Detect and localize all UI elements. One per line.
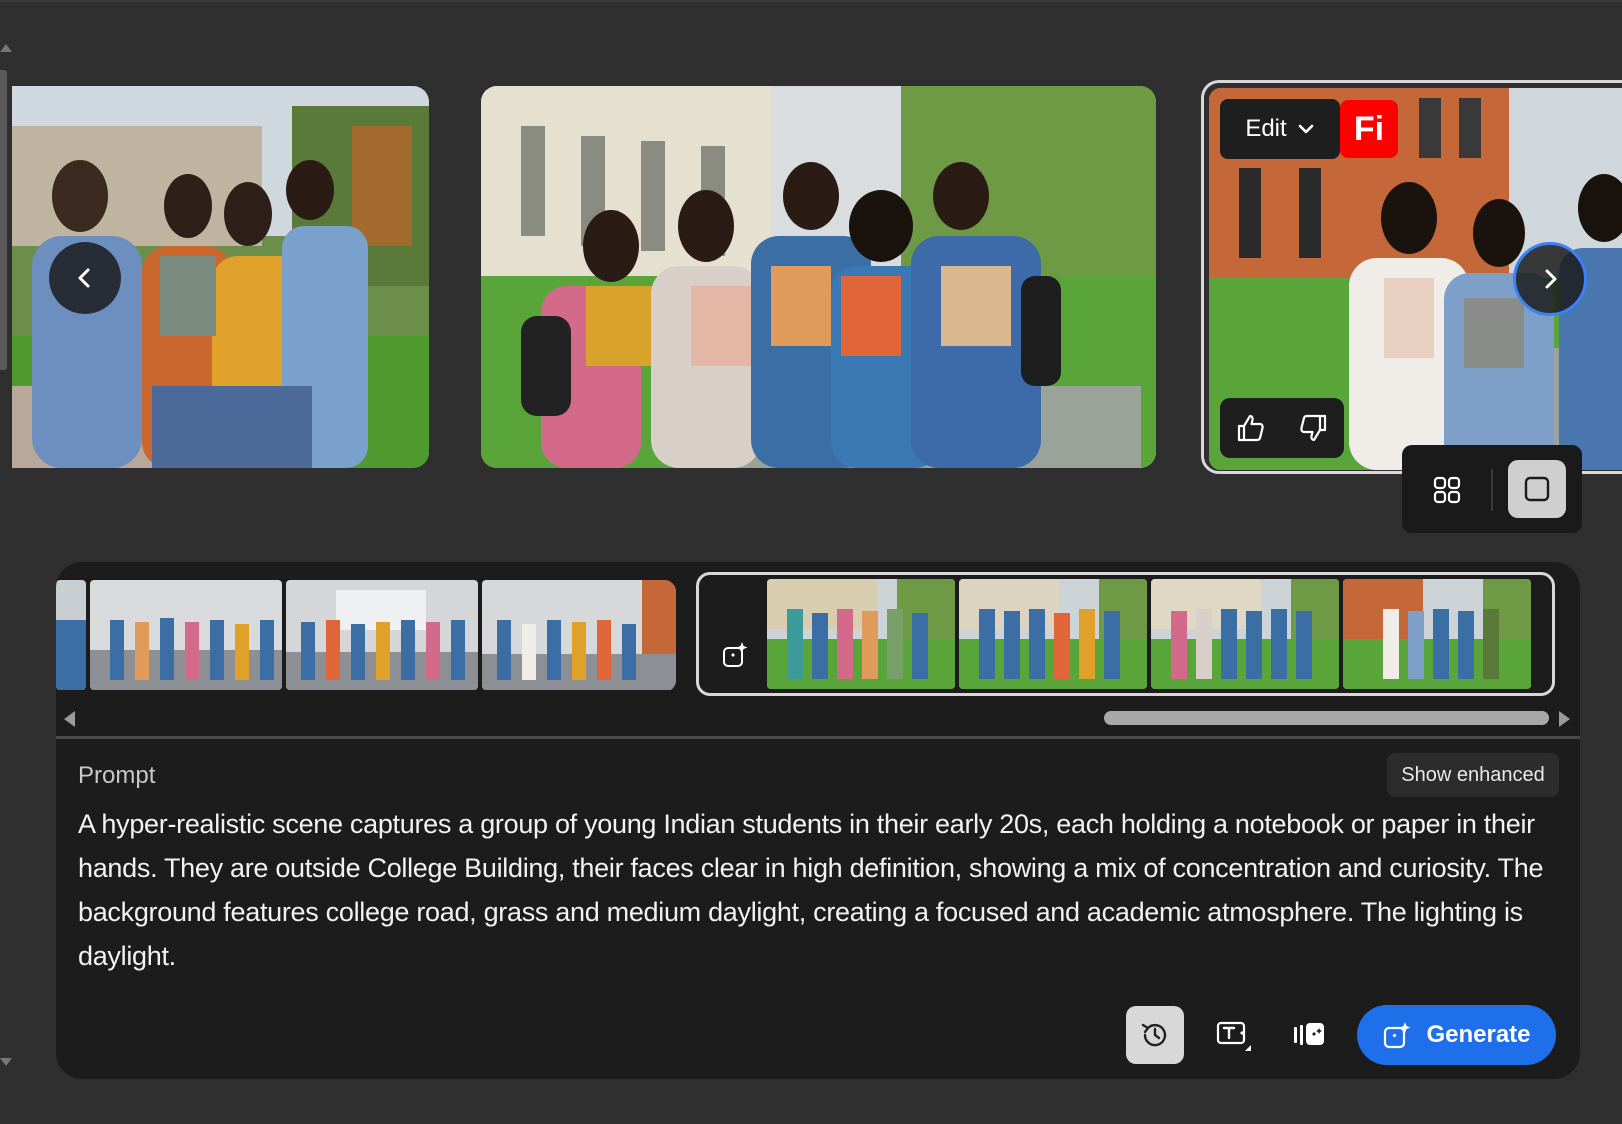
chevron-down-icon xyxy=(1298,124,1313,134)
edit-label: Edit xyxy=(1245,115,1287,142)
prompt-history-button[interactable] xyxy=(1126,1006,1184,1064)
vertical-scrollbar-thumb[interactable] xyxy=(0,70,7,370)
firefly-app-badge[interactable]: Fi xyxy=(1340,100,1398,158)
thumbs-down-icon xyxy=(1300,414,1327,442)
generate-button[interactable]: Generate xyxy=(1357,1005,1556,1065)
scroll-down-arrow-icon[interactable] xyxy=(0,1058,12,1066)
firefly-badge-text: Fi xyxy=(1353,109,1385,148)
generation-batch-button[interactable] xyxy=(713,633,757,677)
panel-divider xyxy=(56,736,1580,739)
scroll-right-arrow-icon[interactable] xyxy=(1559,711,1570,727)
generate-label: Generate xyxy=(1426,1021,1531,1048)
style-reference-icon xyxy=(1294,1023,1324,1045)
view-mode-toggle xyxy=(1402,445,1582,533)
thumbs-up-button[interactable] xyxy=(1231,408,1271,448)
text-effects-icon xyxy=(1216,1021,1251,1051)
chevron-left-icon xyxy=(78,268,90,288)
history-thumbnail[interactable] xyxy=(482,580,676,690)
current-thumbnail-3[interactable] xyxy=(1151,579,1339,689)
top-divider xyxy=(0,0,1622,2)
history-thumbnail[interactable] xyxy=(56,580,86,690)
horizontal-scrollbar xyxy=(56,706,1580,730)
prompt-label: Prompt xyxy=(78,762,156,789)
history-strip-current[interactable] xyxy=(696,572,1555,696)
text-effects-button[interactable] xyxy=(1206,1006,1264,1064)
generate-sparkle-icon xyxy=(1384,1022,1411,1049)
feedback-bar xyxy=(1220,398,1344,458)
chevron-right-icon xyxy=(1545,269,1557,289)
previous-image-button[interactable] xyxy=(49,242,121,314)
history-strip-previous[interactable] xyxy=(56,580,676,692)
view-toggle-divider xyxy=(1491,469,1493,511)
thumbs-up-icon xyxy=(1237,414,1264,442)
prompt-textarea[interactable]: A hyper-realistic scene captures a group… xyxy=(78,802,1568,978)
history-thumbnail[interactable] xyxy=(286,580,478,690)
generate-sparkle-icon xyxy=(723,642,748,667)
current-thumbnail-4[interactable] xyxy=(1343,579,1531,689)
edit-dropdown-button[interactable]: Edit xyxy=(1220,99,1340,159)
show-enhanced-button[interactable]: Show enhanced xyxy=(1387,753,1559,797)
current-thumbnail-2[interactable] xyxy=(959,579,1147,689)
grid-view-button[interactable] xyxy=(1420,463,1474,517)
history-thumbnail[interactable] xyxy=(90,580,282,690)
prompt-panel: Prompt Show enhanced A hyper-realistic s… xyxy=(56,562,1580,1079)
thumbs-down-button[interactable] xyxy=(1293,408,1333,448)
single-view-icon xyxy=(1524,476,1550,502)
single-view-button[interactable] xyxy=(1508,460,1566,518)
history-icon xyxy=(1141,1023,1167,1047)
horizontal-scrollbar-thumb[interactable] xyxy=(1104,711,1549,725)
scroll-left-arrow-icon[interactable] xyxy=(64,711,75,727)
current-thumbnail-1[interactable] xyxy=(767,579,955,689)
grid-view-icon xyxy=(1433,476,1461,504)
scroll-up-arrow-icon[interactable] xyxy=(0,44,12,52)
next-image-button[interactable] xyxy=(1513,242,1587,316)
style-reference-button[interactable] xyxy=(1280,1006,1338,1064)
generated-image-2[interactable] xyxy=(481,86,1156,468)
